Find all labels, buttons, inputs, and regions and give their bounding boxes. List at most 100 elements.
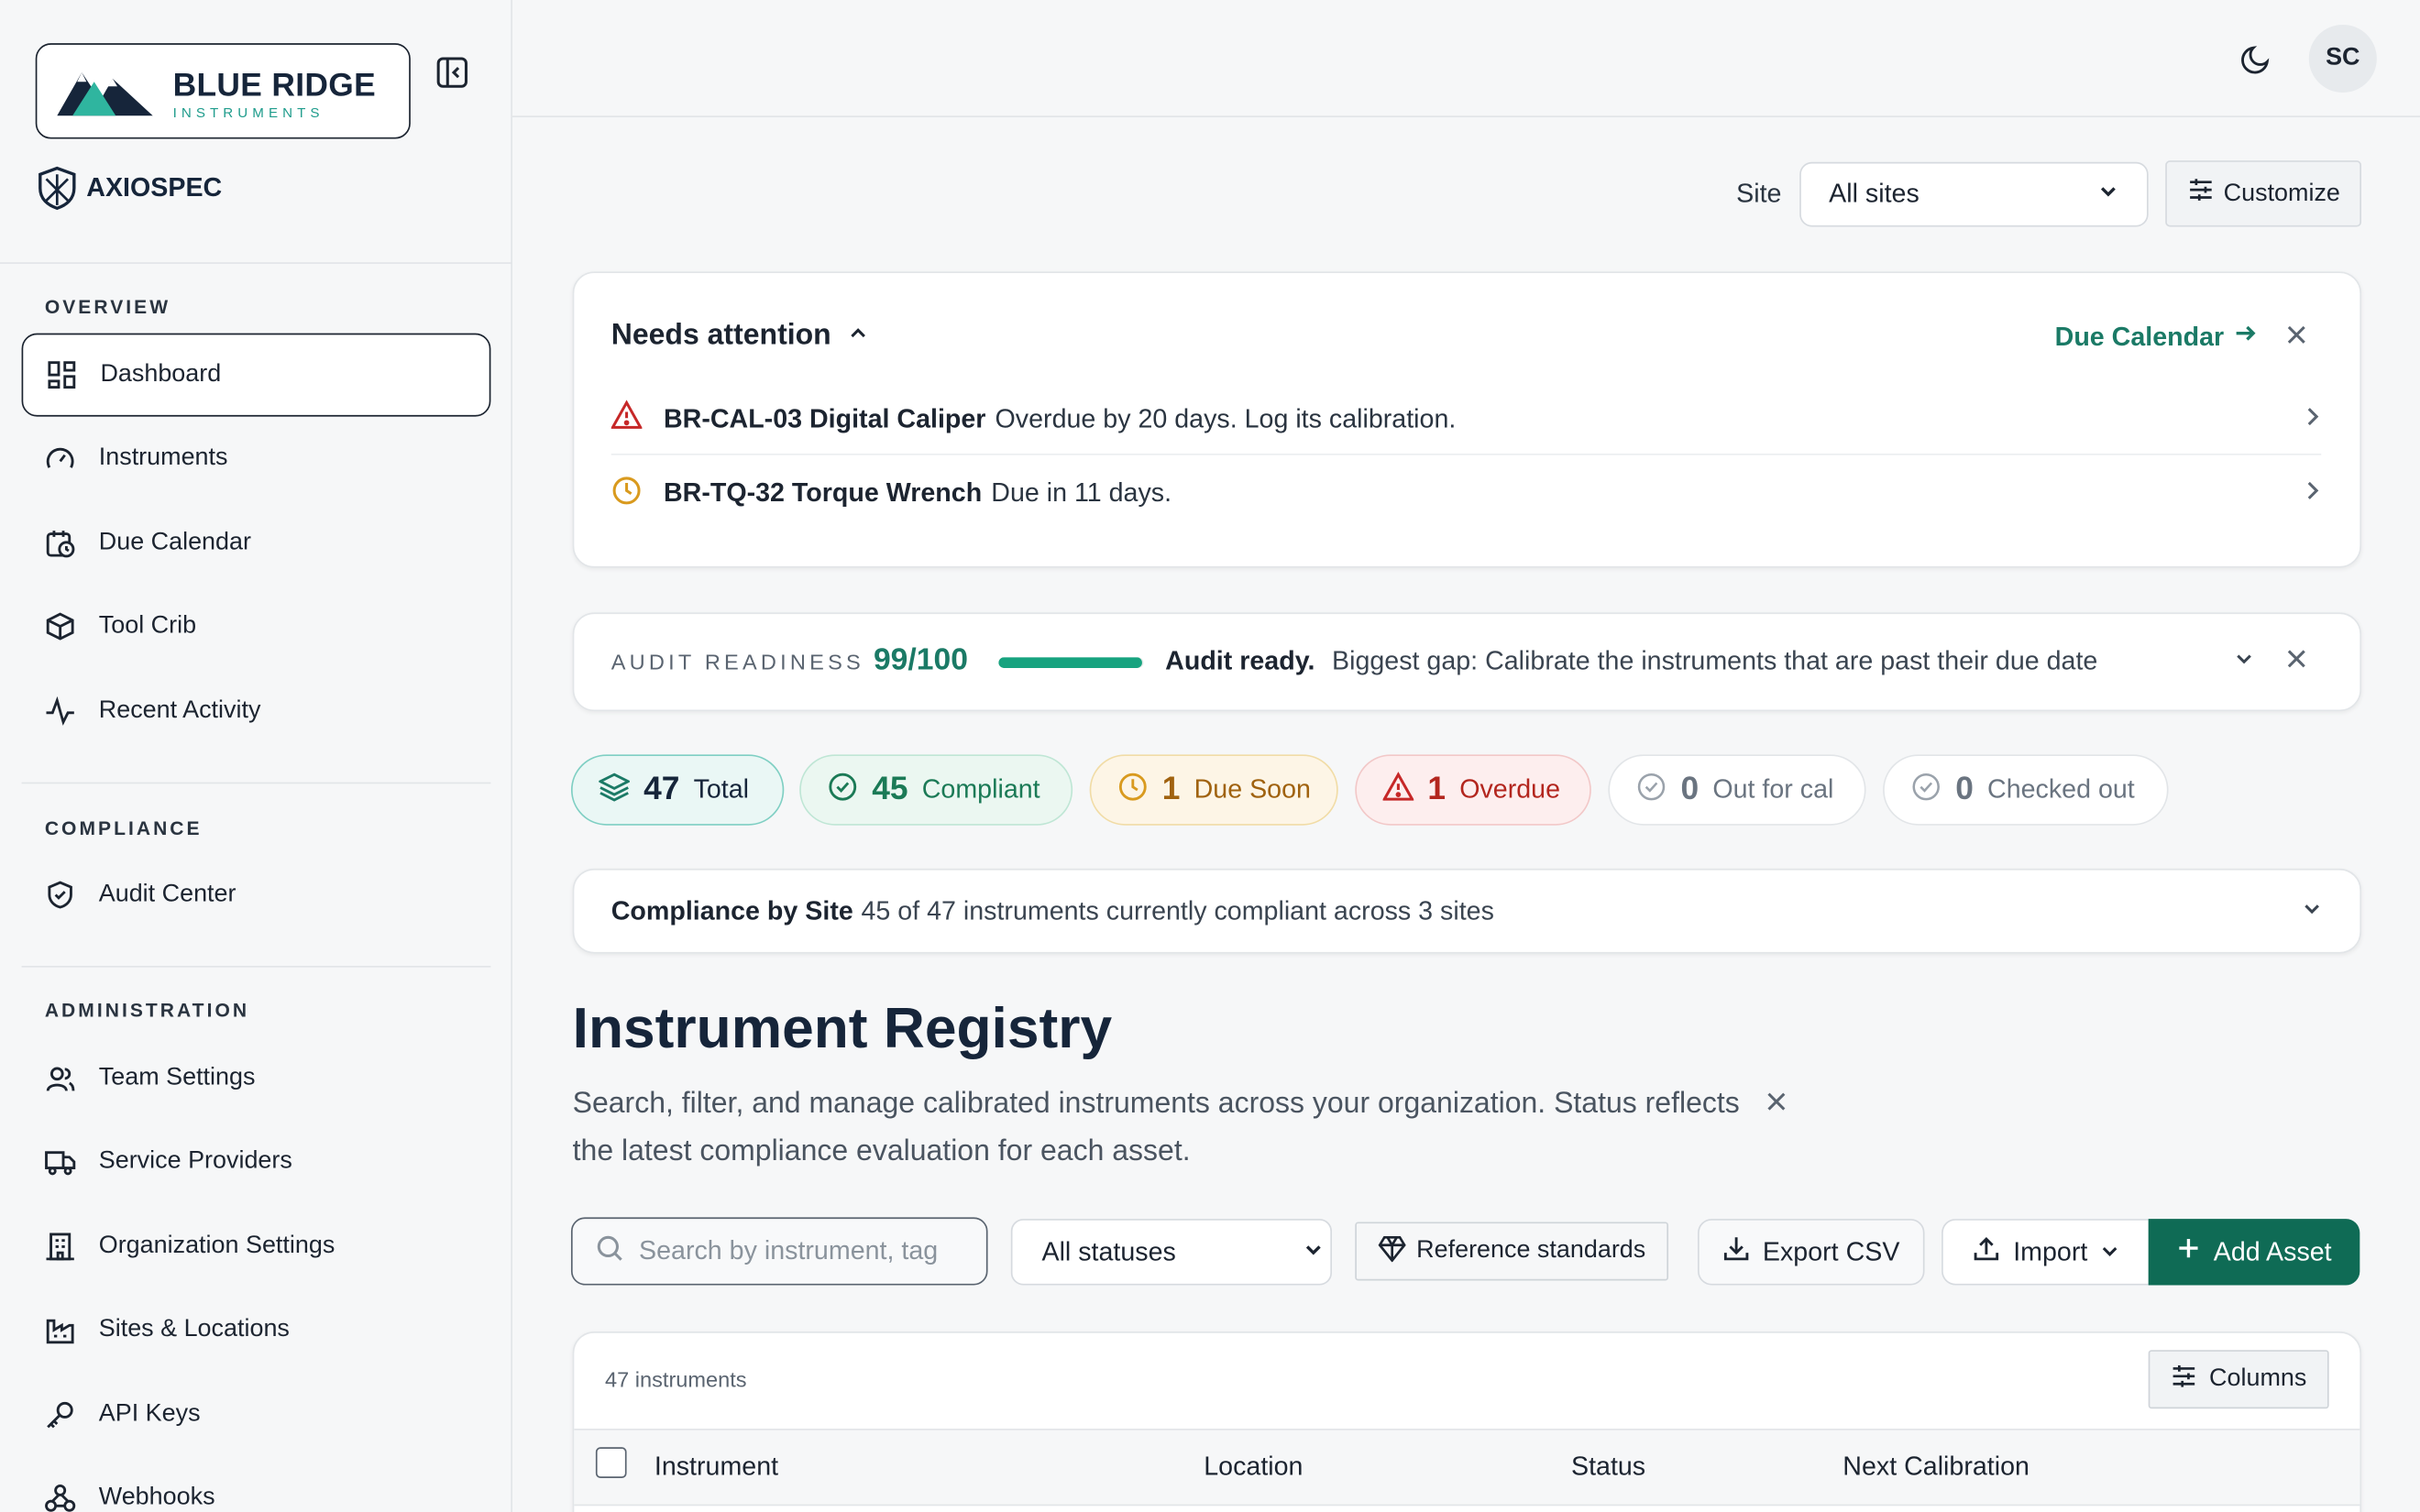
column-header-location[interactable]: Location [1204, 1452, 1303, 1483]
column-header-status[interactable]: Status [1571, 1452, 1645, 1483]
chevron-up-icon [847, 320, 869, 354]
search-input[interactable]: Search by instrument, tag [570, 1217, 988, 1286]
add-asset-button[interactable]: Add Asset [2148, 1219, 2360, 1286]
check-circle-icon [827, 771, 858, 809]
sidebar-item-instruments[interactable]: Instruments [22, 417, 491, 500]
stat-overdue[interactable]: 1 Overdue [1355, 754, 1591, 826]
stat-due-soon[interactable]: 1 Due Soon [1089, 754, 1338, 826]
audit-gap-text: Biggest gap: Calibrate the instruments t… [1332, 646, 2098, 676]
compliance-by-site-card[interactable]: Compliance by Site 45 of 47 instruments … [572, 868, 2362, 954]
registry-description: Search, filter, and manage calibrated in… [572, 1087, 1740, 1168]
import-label: Import [2013, 1236, 2088, 1266]
table-header: Instrument Location Status Next Calibrat… [574, 1429, 2360, 1507]
stat-value: 0 [1680, 771, 1700, 807]
upload-icon [1973, 1234, 2000, 1270]
customize-label: Customize [2223, 180, 2340, 206]
key-icon [45, 1399, 76, 1430]
stat-out-for-cal[interactable]: 0 Out for cal [1608, 754, 1866, 826]
dark-mode-toggle-icon[interactable] [2239, 41, 2273, 82]
customize-button[interactable]: Customize [2165, 160, 2362, 227]
sliders-icon [2186, 176, 2214, 212]
columns-label: Columns [2209, 1365, 2307, 1392]
search-placeholder: Search by instrument, tag [639, 1235, 939, 1265]
sidebar-item-label: Webhooks [98, 1484, 215, 1511]
import-button[interactable]: Import [1942, 1219, 2149, 1286]
sidebar-item-due-calendar[interactable]: Due Calendar [22, 501, 491, 585]
status-filter-value: All statuses [1041, 1236, 1176, 1266]
activity-icon [45, 696, 76, 727]
instrument-count: 47 instruments [604, 1366, 747, 1392]
truck-icon [45, 1146, 76, 1178]
attention-item-detail: Due in 11 days. [991, 477, 1172, 508]
site-select-value: All sites [1829, 179, 1920, 209]
stat-total[interactable]: 47 Total [570, 754, 785, 826]
check-circle-icon [1910, 771, 1942, 809]
site-select[interactable]: All sites [1799, 161, 2149, 227]
reference-standards-label: Reference standards [1416, 1237, 1646, 1264]
sidebar-item-audit-center[interactable]: Audit Center [22, 853, 491, 937]
export-csv-button[interactable]: Export CSV [1698, 1219, 1925, 1286]
close-icon[interactable] [2286, 648, 2308, 677]
sidebar-item-sites-locations[interactable]: Sites & Locations [22, 1288, 491, 1372]
stat-compliant[interactable]: 45 Compliant [799, 754, 1073, 826]
sidebar-item-label: Recent Activity [98, 697, 261, 724]
stat-label: Checked out [1987, 774, 2135, 805]
sidebar-item-label: Audit Center [98, 881, 236, 907]
building-icon [45, 1232, 76, 1263]
attention-item[interactable]: BR-CAL-03 Digital Caliper Overdue by 20 … [610, 384, 2322, 455]
factory-icon [45, 1314, 76, 1345]
column-header-next-calibration[interactable]: Next Calibration [1842, 1452, 2030, 1483]
chevron-down-icon[interactable] [2233, 648, 2255, 677]
sidebar-item-dashboard[interactable]: Dashboard [21, 333, 491, 417]
audit-readiness-card: AUDIT READINESS 99/100 Audit ready. Bigg… [572, 612, 2362, 712]
attention-item[interactable]: BR-TQ-32 Torque Wrench Due in 11 days. [611, 458, 2322, 529]
sidebar-item-tool-crib[interactable]: Tool Crib [22, 585, 491, 668]
clock-icon [1117, 771, 1149, 809]
mountain-logo-icon [57, 72, 153, 116]
audit-status: Audit ready. [1165, 646, 1315, 676]
sidebar-item-label: Tool Crib [98, 612, 197, 640]
columns-button[interactable]: Columns [2148, 1350, 2329, 1409]
sidebar-item-recent-activity[interactable]: Recent Activity [22, 670, 491, 753]
sidebar-item-organization-settings[interactable]: Organization Settings [22, 1205, 491, 1288]
arrow-right-icon [2233, 321, 2258, 353]
status-filter-select[interactable]: All statuses [1010, 1219, 1333, 1286]
needs-attention-toggle[interactable]: Needs attention [611, 320, 868, 354]
sidebar-item-label: Dashboard [100, 360, 222, 388]
column-header-instrument[interactable]: Instrument [654, 1452, 778, 1483]
chevron-down-icon [2301, 898, 2323, 927]
close-icon[interactable] [2286, 324, 2308, 354]
stat-value: 47 [644, 771, 680, 807]
axiospec-brand: AXIOSPEC [37, 165, 222, 212]
plus-icon [2176, 1236, 2201, 1268]
search-icon [596, 1233, 623, 1269]
sidebar-item-label: API Keys [98, 1400, 201, 1428]
compliance-by-site-summary: 45 of 47 instruments currently compliant… [861, 896, 1494, 926]
logo-sub-text: INSTRUMENTS [172, 104, 324, 121]
reference-standards-button[interactable]: Reference standards [1355, 1222, 1669, 1281]
sidebar-item-api-keys[interactable]: API Keys [22, 1373, 491, 1456]
chevron-right-icon [2303, 478, 2321, 509]
audit-score: 99/100 [873, 643, 968, 678]
warning-triangle-icon [1381, 771, 1415, 809]
sidebar-item-team-settings[interactable]: Team Settings [22, 1036, 491, 1120]
avatar[interactable]: SC [2308, 24, 2377, 93]
due-calendar-link[interactable]: Due Calendar [2055, 321, 2259, 353]
due-calendar-link-label: Due Calendar [2054, 322, 2225, 352]
sidebar-item-label: Service Providers [98, 1147, 292, 1175]
audit-progress-fill [998, 657, 1142, 669]
layers-icon [597, 771, 632, 809]
stat-checked-out[interactable]: 0 Checked out [1883, 754, 2169, 826]
close-icon[interactable] [1764, 1090, 1788, 1122]
blue-ridge-logo[interactable]: BLUE RIDGE INSTRUMENTS [35, 43, 411, 139]
sidebar-item-label: Sites & Locations [98, 1316, 290, 1342]
select-all-checkbox[interactable] [595, 1447, 627, 1478]
webhook-icon [45, 1483, 76, 1512]
section-label-administration: ADMINISTRATION [44, 1000, 250, 1022]
collapse-sidebar-icon[interactable] [435, 56, 469, 90]
sidebar-item-service-providers[interactable]: Service Providers [22, 1120, 491, 1203]
sidebar-item-label: Team Settings [98, 1064, 256, 1091]
chevron-down-icon [1303, 1236, 1325, 1267]
shield-logo-icon [38, 166, 76, 211]
sidebar-item-webhooks[interactable]: Webhooks [22, 1456, 491, 1512]
